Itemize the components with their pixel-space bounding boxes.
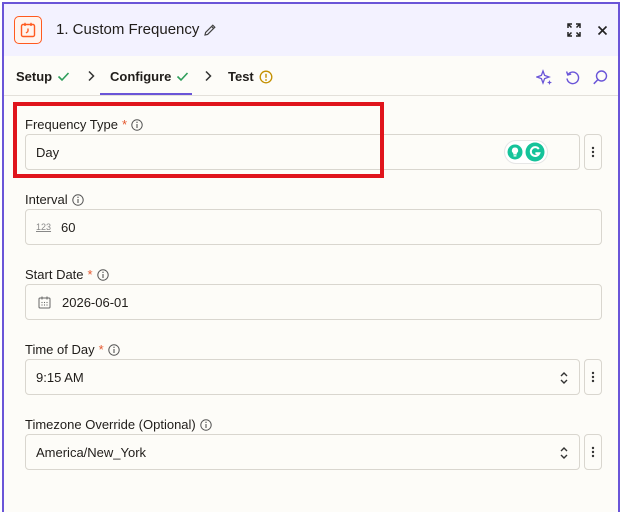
number-type-icon: 123 [36,222,52,232]
frequency-type-more-button[interactable] [584,134,602,170]
start-date-label: Start Date * [25,267,109,282]
lightbulb-icon [507,144,523,160]
grammarly-widget[interactable] [504,140,548,164]
calendar-clock-icon [14,16,42,44]
chevron-right-icon [205,70,212,82]
tab-test[interactable]: Test [228,69,273,84]
start-date-input[interactable]: 2026-06-01 [25,284,602,320]
interval-value: 60 [61,219,76,235]
timezone-value: America/New_York [36,444,147,460]
chevron-up-down-icon [560,372,568,384]
more-vertical-icon [591,371,595,383]
timezone-label: Timezone Override (Optional) [25,417,212,432]
panel-header: 1. Custom Frequency [4,4,618,56]
search-icon[interactable] [592,69,609,86]
frequency-type-value: Day [36,144,60,160]
required-marker: * [98,342,104,357]
close-icon[interactable] [594,22,610,38]
tab-label: Configure [110,69,172,84]
tab-setup[interactable]: Setup [16,69,70,84]
active-tab-indicator [100,93,192,95]
step-editor-panel: 1. Custom Frequency Setup Configure Test… [2,2,620,512]
info-icon[interactable] [107,343,120,356]
chevron-up-down-icon [560,447,568,459]
interval-label: Interval [25,192,84,207]
interval-input[interactable]: 123 60 [25,209,602,245]
check-icon [58,72,70,82]
more-vertical-icon [591,446,595,458]
time-of-day-value: 9:15 AM [36,369,84,385]
frequency-type-label: Frequency Type * [25,117,143,132]
step-title[interactable]: 1. Custom Frequency [56,21,199,38]
refresh-icon[interactable] [564,69,581,86]
check-icon [177,72,189,82]
info-icon[interactable] [131,118,143,131]
tab-label: Test [228,69,254,84]
warning-icon [259,70,273,83]
time-of-day-select[interactable]: 9:15 AM [25,359,580,395]
time-of-day-more-button[interactable] [584,359,602,395]
expand-icon[interactable] [566,22,582,38]
grammarly-icon [525,142,545,162]
tab-label: Setup [16,69,53,84]
frequency-type-input[interactable]: Day [25,134,580,170]
time-of-day-label: Time of Day * [25,342,120,357]
step-tabs: Setup Configure Test [4,56,618,96]
sparkle-icon[interactable] [536,69,553,86]
required-marker: * [87,267,93,282]
timezone-more-button[interactable] [584,434,602,470]
more-vertical-icon [591,146,595,158]
info-icon[interactable] [71,193,84,206]
pencil-icon[interactable] [203,23,217,37]
tab-configure[interactable]: Configure [110,69,189,84]
chevron-right-icon [88,70,95,82]
timezone-select[interactable]: America/New_York [25,434,580,470]
info-icon[interactable] [200,418,212,431]
calendar-icon[interactable] [38,296,51,309]
start-date-value: 2026-06-01 [62,294,129,310]
info-icon[interactable] [96,268,109,281]
required-marker: * [121,117,128,132]
